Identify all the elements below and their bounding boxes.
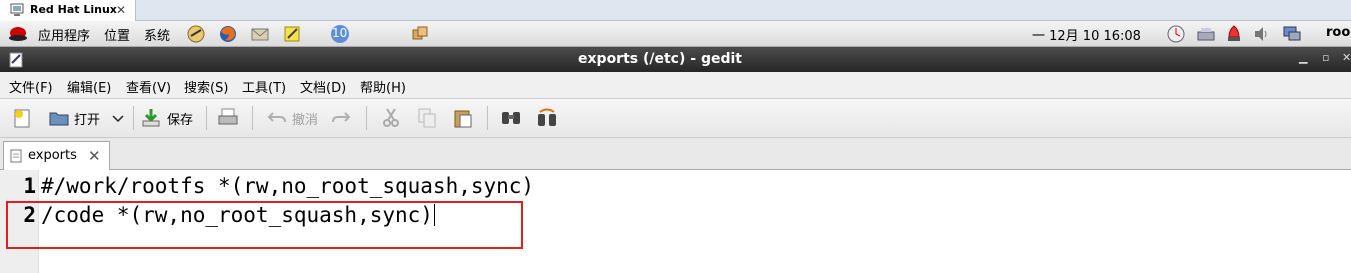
toolbar: 打开 保存 撤消 — [0, 99, 1351, 138]
firefox-icon[interactable] — [218, 24, 238, 44]
toolbar-separator — [366, 106, 367, 130]
window-title: exports (/etc) - gedit — [578, 51, 742, 67]
close-tab-icon[interactable]: ✕ — [88, 147, 101, 165]
alert-icon[interactable] — [1224, 24, 1244, 44]
tab-label: exports — [28, 148, 77, 163]
minimize-icon[interactable]: ▁ — [1299, 51, 1307, 64]
copy-icon[interactable] — [416, 107, 438, 129]
display-icon[interactable] — [1282, 24, 1302, 44]
redo-icon[interactable] — [330, 107, 352, 129]
menu-search[interactable]: 搜索(S) — [184, 77, 228, 96]
top-panel: 应用程序 位置 系统 10 一 12月 10 16:08 roo — [0, 21, 1351, 47]
redhat-logo-icon — [9, 27, 27, 41]
system-menu[interactable]: 系统 — [144, 25, 170, 44]
toolbar-separator — [252, 106, 253, 130]
highlight-box — [6, 201, 523, 249]
applications-menu[interactable]: 应用程序 — [38, 25, 90, 44]
open-icon[interactable] — [48, 107, 70, 129]
menu-tools[interactable]: 工具(T) — [242, 77, 286, 96]
menu-file[interactable]: 文件(F) — [9, 77, 53, 96]
mail-launcher-icon[interactable] — [250, 24, 270, 44]
toolbar-separator — [206, 106, 207, 130]
vm-tab-title: Red Hat Linux — [30, 3, 117, 16]
menu-edit[interactable]: 编辑(E) — [67, 77, 111, 96]
print-icon[interactable] — [217, 107, 239, 129]
save-icon[interactable] — [140, 107, 162, 129]
find-replace-icon[interactable] — [536, 107, 558, 129]
text-editor[interactable]: 1 2 #/work/rootfs *(rw,no_root_squash,sy… — [0, 170, 1351, 273]
user-menu[interactable]: roo — [1326, 25, 1350, 40]
menu-view[interactable]: 查看(V) — [126, 77, 171, 96]
vm-tab-strip: Red Hat Linux ✕ — [0, 0, 1351, 21]
notes-launcher-icon[interactable] — [282, 24, 302, 44]
network-status-icon[interactable] — [1196, 24, 1216, 44]
window-title-bar[interactable]: exports (/etc) - gedit ▁ ▫ ✕ — [0, 47, 1351, 72]
chevron-down-icon[interactable] — [110, 107, 126, 129]
find-icon[interactable] — [500, 107, 522, 129]
code-line-text: #/work/rootfs *(rw,no_root_squash,sync) — [41, 174, 535, 198]
menubar: 文件(F) 编辑(E) 查看(V) 搜索(S) 工具(T) 文档(D) 帮助(H… — [0, 72, 1351, 99]
workspace-badge-label: 10 — [332, 26, 348, 40]
paste-icon[interactable] — [452, 107, 474, 129]
maximize-icon[interactable]: ▫ — [1322, 51, 1329, 64]
document-icon — [10, 149, 22, 163]
package-icon[interactable] — [410, 24, 430, 44]
code-line[interactable]: #/work/rootfs *(rw,no_root_squash,sync) — [41, 174, 534, 198]
menu-help[interactable]: 帮助(H) — [360, 77, 406, 96]
save-button[interactable]: 保存 — [167, 109, 193, 128]
line-number: 1 — [23, 174, 36, 198]
vm-icon — [10, 3, 24, 16]
clock-applet-icon[interactable] — [1166, 24, 1186, 44]
places-menu[interactable]: 位置 — [104, 25, 130, 44]
undo-icon[interactable] — [266, 107, 288, 129]
vm-tab[interactable]: Red Hat Linux ✕ — [0, 0, 136, 21]
open-button[interactable]: 打开 — [74, 109, 100, 128]
toolbar-separator — [133, 106, 134, 130]
tab-exports[interactable]: exports ✕ — [3, 141, 110, 171]
close-window-icon[interactable]: ✕ — [1342, 51, 1351, 64]
new-document-icon[interactable] — [11, 107, 33, 129]
toolbar-separator — [487, 106, 488, 130]
menu-documents[interactable]: 文档(D) — [300, 77, 346, 96]
volume-icon[interactable] — [1252, 24, 1272, 44]
panel-clock[interactable]: 一 12月 10 16:08 — [1032, 25, 1141, 44]
undo-button[interactable]: 撤消 — [292, 109, 318, 128]
network-launcher-icon[interactable] — [186, 24, 206, 44]
document-tab-bar: exports ✕ — [0, 138, 1351, 171]
cut-icon[interactable] — [380, 107, 402, 129]
close-icon[interactable]: ✕ — [116, 0, 126, 20]
